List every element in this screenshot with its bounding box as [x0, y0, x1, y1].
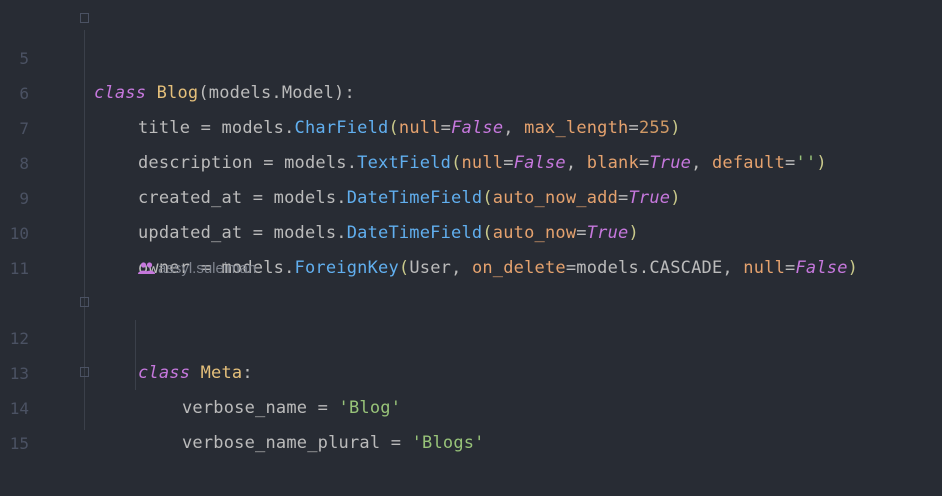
- code-plain: =: [785, 258, 796, 278]
- code-plain: =: [565, 258, 577, 278]
- code-editor[interactable]: 5 class Blog(models.Model): 6 title = mo…: [0, 0, 942, 453]
- code-plain: User,: [409, 258, 472, 278]
- author-inlay-hint[interactable]: assyl.suleiman: [138, 252, 256, 286]
- code-text: verbose_name_plural = 'Blogs': [182, 426, 485, 461]
- paren: (: [398, 258, 410, 278]
- users-icon: [138, 262, 155, 275]
- code-plain: models.CASCADE,: [576, 258, 744, 278]
- param-name: on_delete: [471, 258, 566, 278]
- param-name: null: [743, 258, 786, 278]
- bool-value: False: [795, 258, 848, 278]
- code-line-5[interactable]: 5 class Blog(models.Model):: [0, 6, 942, 103]
- code-line-10[interactable]: 10 owner = models.ForeignKey(User, on_de…: [0, 181, 942, 278]
- code-line-6[interactable]: 6 title = models.CharField(null=False, m…: [0, 41, 942, 138]
- code-line-7[interactable]: 7 description = models.TextField(null=Fa…: [0, 76, 942, 173]
- line-number: 15: [9, 434, 29, 453]
- function-call: ForeignKey: [294, 258, 399, 278]
- code-line-9[interactable]: 9 updated_at = models.DateTimeField(auto…: [0, 146, 942, 243]
- code-line-12[interactable]: 12 class Meta:: [0, 286, 942, 383]
- line-number: 11: [9, 259, 29, 278]
- code-line-11[interactable]: 11: [0, 216, 942, 278]
- paren: ): [847, 258, 859, 278]
- string-value: 'Blogs': [411, 433, 485, 453]
- code-line-14[interactable]: 14 verbose_name_plural = 'Blogs': [0, 356, 942, 453]
- code-line-15[interactable]: 15: [0, 391, 942, 453]
- code-line-8[interactable]: 8 created_at = models.DateTimeField(auto…: [0, 111, 942, 208]
- code-line-13[interactable]: 13 verbose_name = 'Blog': [0, 321, 942, 418]
- code-plain: verbose_name_plural =: [182, 433, 412, 453]
- author-name: assyl.suleiman: [158, 260, 257, 277]
